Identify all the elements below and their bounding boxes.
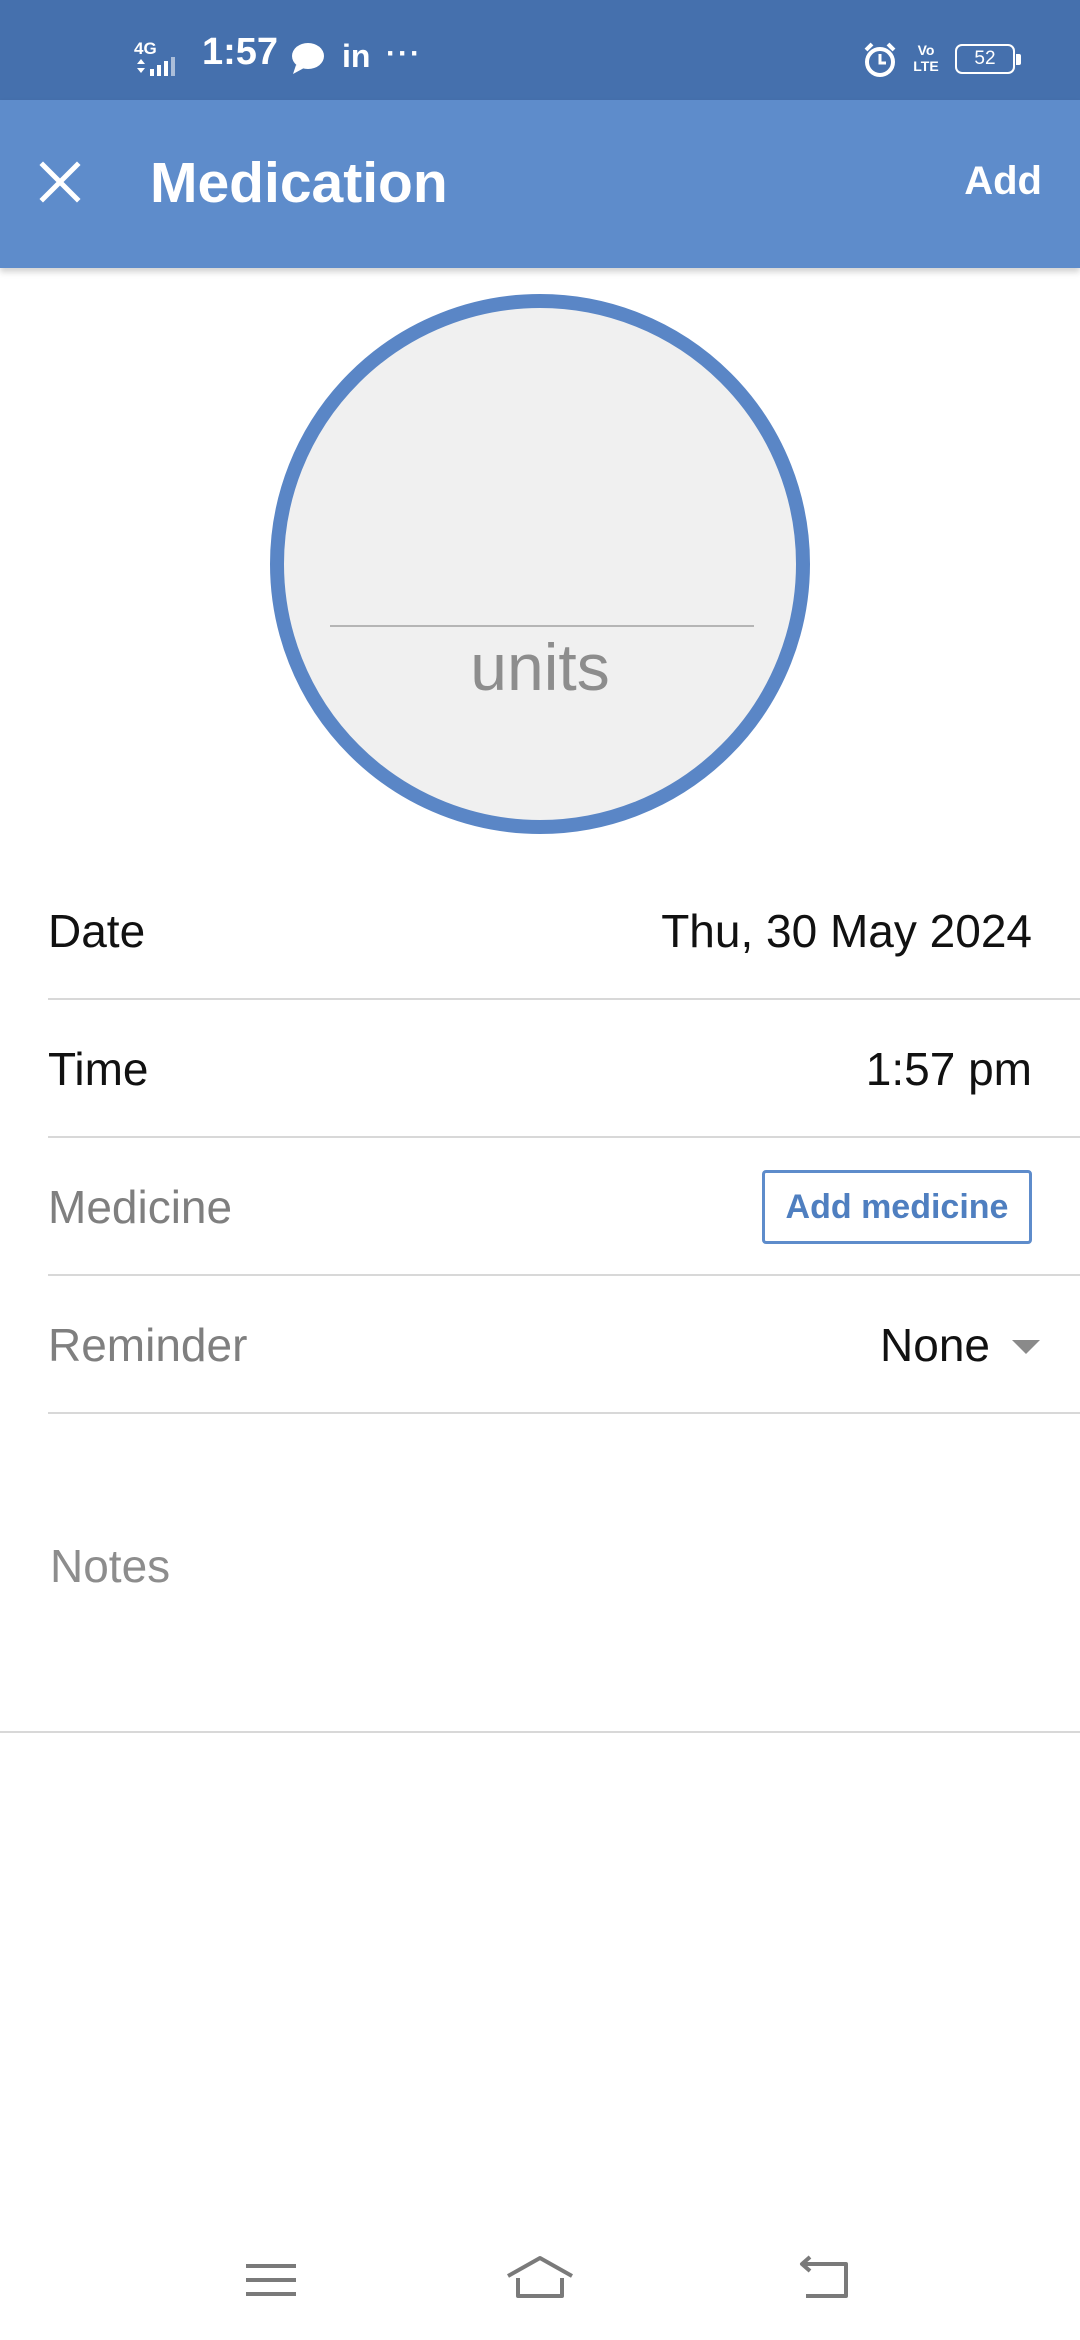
volte-icon: Vo LTE: [913, 42, 939, 74]
date-value[interactable]: Thu, 30 May 2024: [661, 904, 1032, 958]
page-title: Medication: [150, 151, 448, 215]
time-row[interactable]: Time 1:57 pm: [48, 1000, 1080, 1138]
close-icon: [39, 161, 81, 203]
notes-input[interactable]: [48, 1535, 1032, 1597]
close-button[interactable]: [28, 150, 92, 214]
date-label: Date: [48, 905, 146, 957]
reminder-value: None: [880, 1319, 990, 1371]
system-nav-bar: [0, 2220, 1080, 2340]
more-dots-icon: ···: [386, 37, 422, 70]
units-input[interactable]: [330, 563, 754, 627]
add-medicine-button[interactable]: Add medicine: [762, 1170, 1032, 1244]
date-row[interactable]: Date Thu, 30 May 2024: [48, 862, 1080, 1000]
notes-section: [0, 1415, 1080, 1733]
status-bar: 4G 1:57 in ··· Vo LTE 52: [0, 0, 1080, 100]
dropdown-arrow-icon: [1012, 1340, 1040, 1354]
chat-bubble-icon: [290, 41, 326, 75]
add-button[interactable]: Add: [964, 150, 1042, 212]
battery-level: 52: [974, 48, 996, 69]
reminder-row: Reminder None: [48, 1276, 1080, 1414]
medicine-label: Medicine: [48, 1181, 233, 1233]
linkedin-icon: in: [342, 38, 371, 74]
alarm-icon: [863, 42, 897, 78]
medicine-row: Medicine Add medicine: [48, 1138, 1080, 1276]
back-icon[interactable]: [784, 2240, 864, 2320]
status-time: 1:57: [202, 31, 279, 73]
reminder-dropdown[interactable]: None: [880, 1318, 1040, 1372]
time-label: Time: [48, 1043, 149, 1095]
battery-icon: 52: [955, 44, 1021, 74]
home-icon[interactable]: [500, 2240, 580, 2320]
units-label: units: [470, 630, 610, 704]
network-signal-icon: 4G: [134, 40, 190, 80]
reminder-label: Reminder: [48, 1319, 248, 1371]
menu-icon[interactable]: [231, 2240, 311, 2320]
time-value[interactable]: 1:57 pm: [866, 1042, 1032, 1096]
